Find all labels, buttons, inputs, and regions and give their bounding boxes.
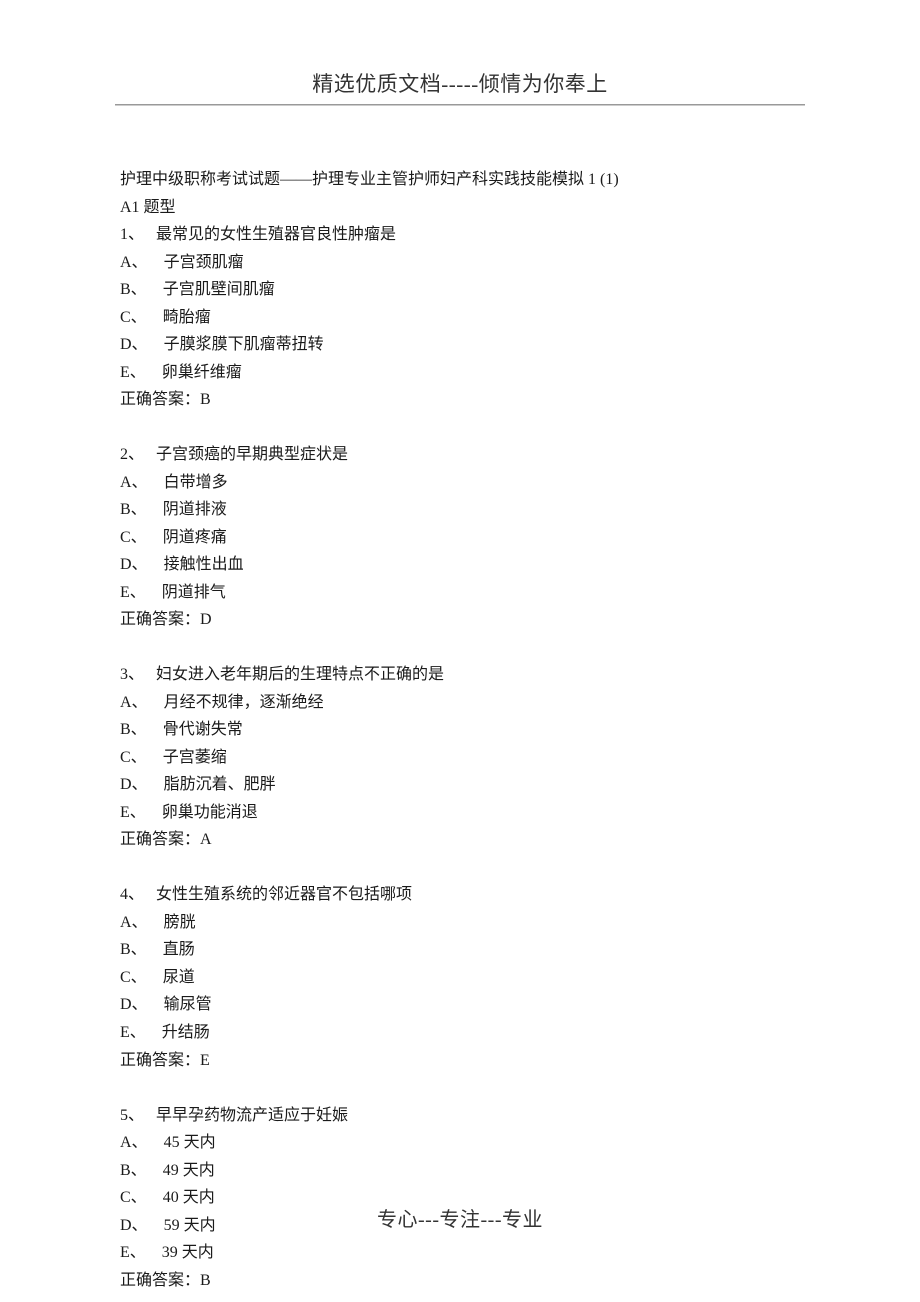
option: D、 接触性出血 (120, 551, 800, 579)
blank-line (120, 634, 800, 662)
blank-line (120, 414, 800, 442)
q-text: 女性生殖系统的邻近器官不包括哪项 (156, 886, 412, 903)
opt-label: A、 (120, 694, 148, 711)
answer: 正确答案：A (120, 826, 800, 854)
option: C、 尿道 (120, 964, 800, 992)
opt-label: C、 (120, 529, 147, 546)
opt-text: 45 天内 (164, 1134, 216, 1151)
option: E、 阴道排气 (120, 579, 800, 607)
q-num: 4、 (120, 886, 144, 903)
opt-text: 脂肪沉着、肥胖 (164, 776, 276, 793)
option: A、 45 天内 (120, 1129, 800, 1157)
option: C、 畸胎瘤 (120, 304, 800, 332)
answer: 正确答案：E (120, 1047, 800, 1075)
opt-label: B、 (120, 941, 147, 958)
opt-label: A、 (120, 474, 148, 491)
q-num: 1、 (120, 226, 144, 243)
opt-text: 膀胱 (164, 914, 196, 931)
option: A、 白带增多 (120, 469, 800, 497)
blank-line (120, 1074, 800, 1102)
opt-text: 49 天内 (163, 1162, 215, 1179)
question-stem: 4、 女性生殖系统的邻近器官不包括哪项 (120, 881, 800, 909)
q-num: 5、 (120, 1107, 144, 1124)
q-text: 早早孕药物流产适应于妊娠 (156, 1107, 348, 1124)
opt-text: 输尿管 (164, 996, 212, 1013)
option: C、 子宫萎缩 (120, 744, 800, 772)
opt-text: 阴道疼痛 (163, 529, 227, 546)
opt-label: D、 (120, 336, 148, 353)
question-stem: 2、 子宫颈癌的早期典型症状是 (120, 441, 800, 469)
opt-text: 子宫肌壁间肌瘤 (163, 281, 275, 298)
opt-label: D、 (120, 996, 148, 1013)
opt-label: D、 (120, 776, 148, 793)
opt-text: 子宫萎缩 (163, 749, 227, 766)
option: B、 直肠 (120, 936, 800, 964)
option: A、 子宫颈肌瘤 (120, 249, 800, 277)
opt-text: 卵巢纤维瘤 (162, 364, 242, 381)
blank-line (120, 854, 800, 882)
question-stem: 1、 最常见的女性生殖器官良性肿瘤是 (120, 221, 800, 249)
option: D、 输尿管 (120, 991, 800, 1019)
q-text: 最常见的女性生殖器官良性肿瘤是 (156, 226, 396, 243)
section-type: A1 题型 (120, 194, 800, 222)
option: D、 脂肪沉着、肥胖 (120, 771, 800, 799)
option: E、 39 天内 (120, 1239, 800, 1267)
option: B、 子宫肌壁间肌瘤 (120, 276, 800, 304)
opt-text: 阴道排气 (162, 584, 226, 601)
opt-text: 阴道排液 (163, 501, 227, 518)
opt-text: 月经不规律，逐渐绝经 (164, 694, 324, 711)
opt-label: B、 (120, 281, 147, 298)
option: C、 阴道疼痛 (120, 524, 800, 552)
intro-line: 护理中级职称考试试题——护理专业主管护师妇产科实践技能模拟 1 (1) (120, 166, 800, 194)
document-content: 护理中级职称考试试题——护理专业主管护师妇产科实践技能模拟 1 (1) A1 题… (0, 106, 920, 1294)
opt-text: 卵巢功能消退 (162, 804, 258, 821)
page-footer: 专心---专注---专业 (0, 1203, 920, 1232)
page-header: 精选优质文档-----倾情为你奉上 (0, 0, 920, 98)
opt-text: 接触性出血 (164, 556, 244, 573)
opt-text: 直肠 (163, 941, 195, 958)
opt-label: B、 (120, 501, 147, 518)
option: E、 升结肠 (120, 1019, 800, 1047)
question-stem: 3、 妇女进入老年期后的生理特点不正确的是 (120, 661, 800, 689)
opt-label: E、 (120, 364, 146, 381)
opt-text: 白带增多 (164, 474, 228, 491)
option: D、 子膜浆膜下肌瘤蒂扭转 (120, 331, 800, 359)
answer: 正确答案：B (120, 386, 800, 414)
q-num: 2、 (120, 446, 144, 463)
opt-label: B、 (120, 1162, 147, 1179)
opt-label: A、 (120, 1134, 148, 1151)
question-stem: 5、 早早孕药物流产适应于妊娠 (120, 1102, 800, 1130)
opt-text: 39 天内 (162, 1244, 214, 1261)
opt-label: E、 (120, 1244, 146, 1261)
answer: 正确答案：D (120, 606, 800, 634)
option: B、 49 天内 (120, 1157, 800, 1185)
opt-label: A、 (120, 914, 148, 931)
q-text: 子宫颈癌的早期典型症状是 (156, 446, 348, 463)
opt-text: 子宫颈肌瘤 (164, 254, 244, 271)
q-text: 妇女进入老年期后的生理特点不正确的是 (156, 666, 444, 683)
option: A、 月经不规律，逐渐绝经 (120, 689, 800, 717)
opt-text: 子膜浆膜下肌瘤蒂扭转 (164, 336, 324, 353)
opt-label: C、 (120, 309, 147, 326)
opt-label: B、 (120, 721, 147, 738)
opt-text: 尿道 (163, 969, 195, 986)
answer: 正确答案：B (120, 1267, 800, 1295)
opt-label: C、 (120, 969, 147, 986)
opt-label: A、 (120, 254, 148, 271)
opt-text: 升结肠 (162, 1024, 210, 1041)
option: B、 阴道排液 (120, 496, 800, 524)
opt-label: D、 (120, 556, 148, 573)
opt-text: 骨代谢失常 (163, 721, 243, 738)
q-num: 3、 (120, 666, 144, 683)
option: A、 膀胱 (120, 909, 800, 937)
opt-label: C、 (120, 749, 147, 766)
option: B、 骨代谢失常 (120, 716, 800, 744)
opt-label: E、 (120, 1024, 146, 1041)
opt-label: E、 (120, 584, 146, 601)
opt-text: 畸胎瘤 (163, 309, 211, 326)
option: E、 卵巢功能消退 (120, 799, 800, 827)
opt-label: E、 (120, 804, 146, 821)
option: E、 卵巢纤维瘤 (120, 359, 800, 387)
